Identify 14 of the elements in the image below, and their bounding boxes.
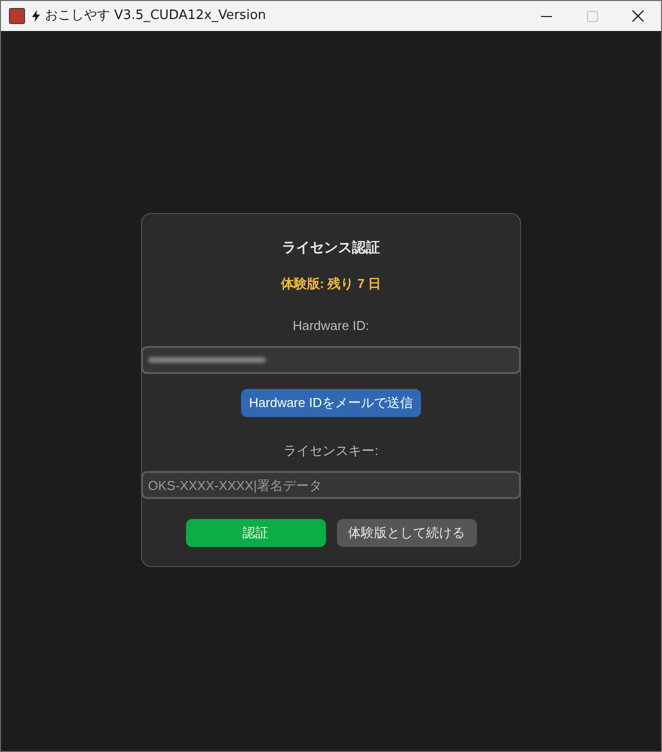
window-title: おこしやす V3.5_CUDA12x_Version [45, 7, 266, 26]
hardware-id-label: Hardware ID: [292, 317, 370, 335]
dialog-title: ライセンス認証 [282, 238, 380, 257]
send-email-button[interactable]: Hardware IDをメールで送信 [241, 389, 421, 417]
close-icon [632, 10, 644, 22]
trial-status: 体験版: 残り 7 日 [280, 275, 382, 293]
hardware-id-field[interactable] [141, 346, 521, 374]
license-key-label: ライセンスキー: [284, 442, 378, 460]
lightning-icon [32, 10, 40, 22]
maximize-icon [586, 10, 598, 22]
verify-button[interactable]: 認証 [186, 519, 326, 547]
continue-trial-button[interactable]: 体験版として続ける [336, 519, 476, 547]
license-key-field[interactable]: OKS-XXXX-XXXX|署名データ [141, 471, 521, 499]
app-icon [9, 8, 25, 24]
